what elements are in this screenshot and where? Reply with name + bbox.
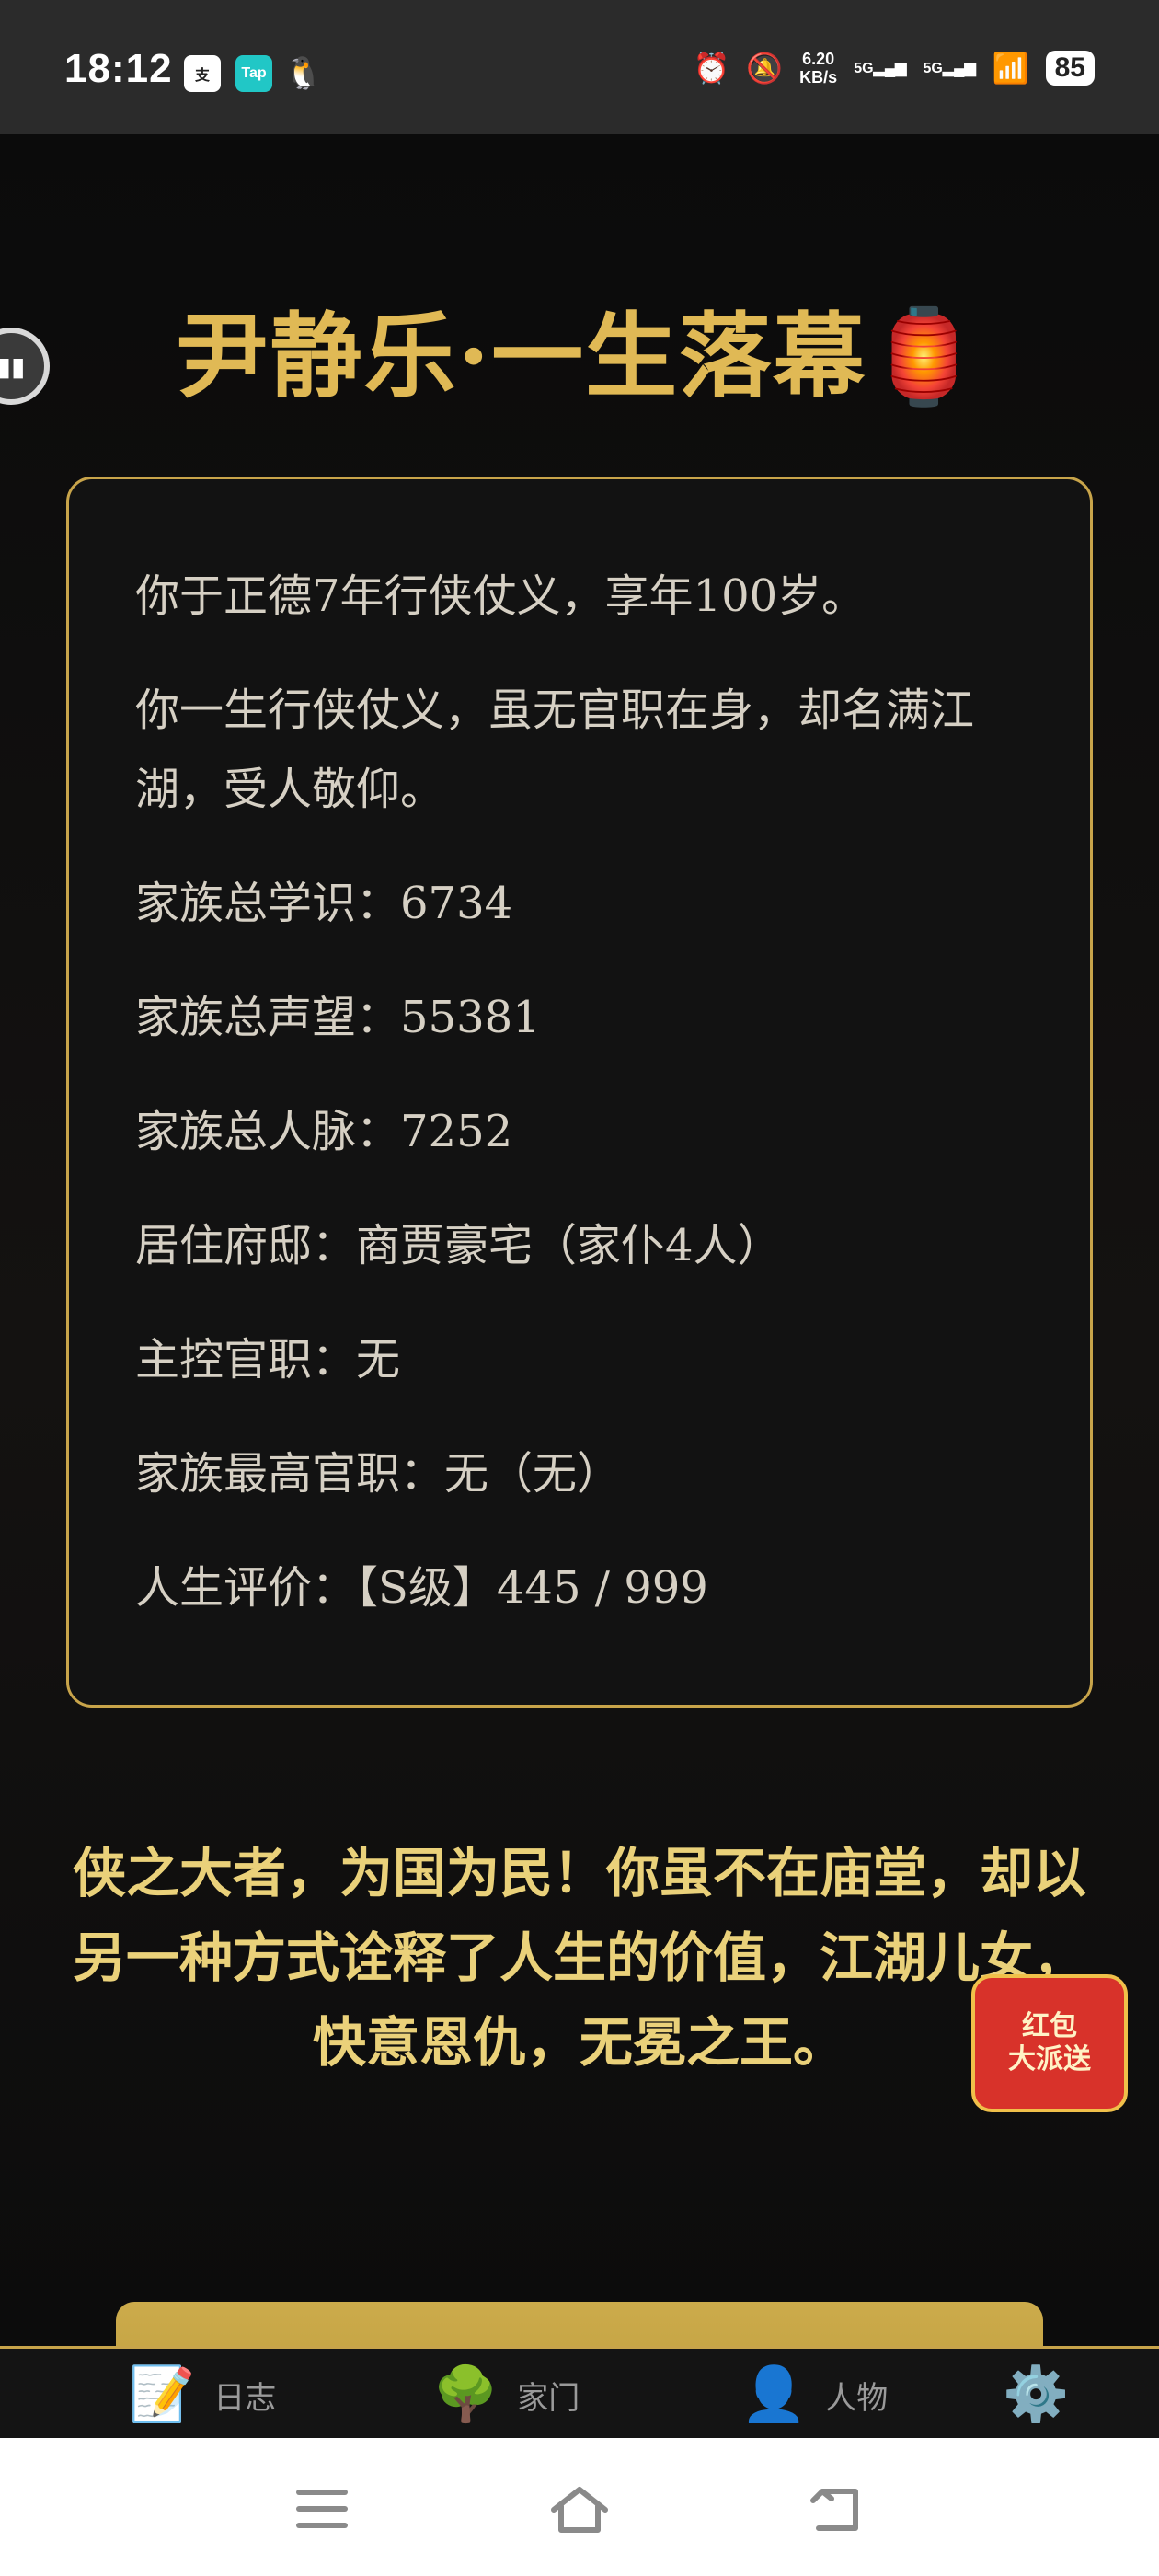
back-icon[interactable] xyxy=(809,2484,865,2536)
tab-character[interactable]: 👤 人物 xyxy=(740,2349,888,2441)
summary-line: 你一生行侠仗义，虽无官职在身，却名满江湖，受人敬仰。 xyxy=(135,684,975,815)
tab-character-label: 人物 xyxy=(825,2380,889,2416)
tab-family[interactable]: 🌳 家门 xyxy=(432,2349,580,2441)
summary-line: 居住府邸：商贾豪宅（家仆4人） xyxy=(135,1220,782,1271)
summary-line: 家族总人脉：7252 xyxy=(135,1106,513,1157)
red-packet-label-1: 红包 xyxy=(1022,2010,1077,2042)
signal-1-label: 5G xyxy=(854,61,874,76)
app-screen: ▮▮ 尹静乐·一生落幕🏮 你于正德7年行侠仗义，享年100岁。 你一生行侠仗义，… xyxy=(0,134,1159,2475)
summary-line: 你于正德7年行侠仗义，享年100岁。 xyxy=(135,570,866,622)
taptap-app-icon: Tap xyxy=(235,55,272,92)
menu-line xyxy=(296,2523,348,2528)
net-speed-unit: KB/s xyxy=(799,68,838,86)
memo-icon: 📝 xyxy=(129,2364,196,2424)
ending-motto: 侠之大者，为国为民！你虽不在庙堂，却以另一种方式诠释了人生的价值，江湖儿女，快意… xyxy=(72,1842,1086,2074)
alipay-app-icon: 支 xyxy=(184,55,221,92)
status-indicators: ⏰ 🔕 6.20 KB/s 5G▂▄▆ 5G▂▄▆ 📶 85 xyxy=(693,50,1095,86)
battery-indicator: 85 xyxy=(1045,51,1095,86)
qq-app-icon: 🐧 xyxy=(283,56,324,91)
life-summary-card: 你于正德7年行侠仗义，享年100岁。 你一生行侠仗义，虽无官职在身，却名满江湖，… xyxy=(66,477,1093,1708)
red-packet-label-2: 大派送 xyxy=(1008,2043,1091,2076)
page-title: 尹静乐·一生落幕🏮 xyxy=(176,302,983,410)
wifi-icon: 📶 xyxy=(992,52,1029,85)
menu-line xyxy=(296,2490,348,2495)
tab-log[interactable]: 📝 日志 xyxy=(129,2349,276,2441)
bottom-tab-bar: 📝 日志 🌳 家门 👤 人物 ⚙️ xyxy=(0,2346,1159,2438)
signal-2-icon: 5G▂▄▆ xyxy=(923,61,976,76)
red-packet-promo-button[interactable]: 红包 大派送 xyxy=(971,1974,1128,2112)
tree-icon: 🌳 xyxy=(432,2364,499,2424)
signal-2-label: 5G xyxy=(923,61,943,76)
net-speed-value: 6.20 xyxy=(802,50,835,68)
person-icon: 👤 xyxy=(740,2364,808,2424)
status-bar: 18:12 支 Tap 🐧 ⏰ 🔕 6.20 KB/s 5G▂▄▆ 5G▂▄▆ … xyxy=(0,0,1159,134)
summary-line: 家族最高官职：无（无） xyxy=(135,1448,622,1500)
tab-family-label: 家门 xyxy=(517,2380,580,2416)
recent-apps-button[interactable] xyxy=(296,2490,348,2528)
summary-line: 家族总声望：55381 xyxy=(135,992,541,1043)
tab-log-label: 日志 xyxy=(213,2380,277,2416)
summary-line: 家族总学识：6734 xyxy=(135,878,513,929)
summary-line: 主控官职：无 xyxy=(135,1334,401,1386)
network-speed: 6.20 KB/s xyxy=(799,50,837,86)
alarm-icon: ⏰ xyxy=(693,52,730,85)
system-nav-bar xyxy=(0,2438,1159,2576)
status-time: 18:12 xyxy=(64,46,173,91)
menu-line xyxy=(296,2506,348,2512)
gear-icon: ⚙️ xyxy=(1003,2364,1070,2424)
home-icon[interactable] xyxy=(548,2482,611,2537)
summary-line: 人生评价：【S级】445 / 999 xyxy=(135,1562,708,1614)
tab-settings[interactable]: ⚙️ xyxy=(1003,2349,1069,2441)
signal-1-icon: 5G▂▄▆ xyxy=(854,61,907,76)
mute-bell-icon: 🔕 xyxy=(746,52,784,85)
